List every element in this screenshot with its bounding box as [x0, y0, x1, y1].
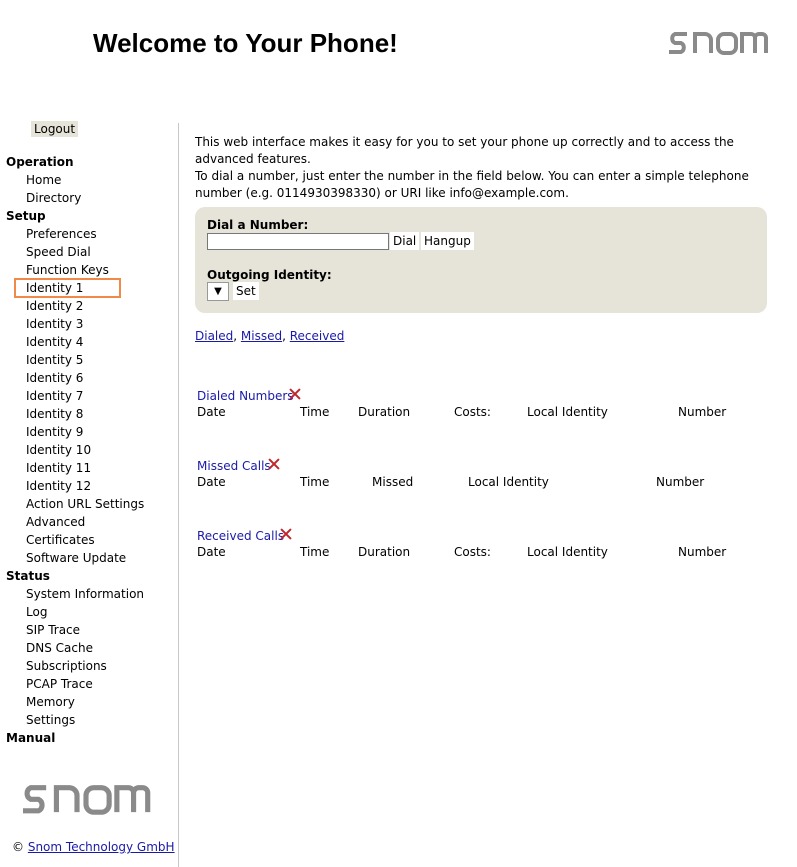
nav-section-operation: Operation	[6, 155, 74, 169]
intro-line-2: To dial a number, just enter the number …	[195, 169, 749, 200]
sidebar-item-identity-5[interactable]: Identity 5	[0, 351, 178, 369]
company-link[interactable]: Snom Technology GmbH	[28, 840, 175, 854]
sidebar-item-identity-2[interactable]: Identity 2	[0, 297, 178, 315]
missed-calls-title: Missed Calls	[197, 459, 271, 473]
received-link[interactable]: Received	[290, 329, 345, 343]
dial-button[interactable]: Dial	[390, 232, 420, 250]
sidebar-item-log[interactable]: Log	[0, 603, 178, 621]
sidebar-item-identity-8[interactable]: Identity 8	[0, 405, 178, 423]
missed-col-date: Date	[197, 475, 226, 489]
sidebar-item-identity-12[interactable]: Identity 12	[0, 477, 178, 495]
dialed-col-duration: Duration	[358, 405, 411, 419]
sidebar-divider	[178, 123, 179, 867]
dialed-col-date: Date	[197, 405, 226, 419]
sidebar-item-identity-10[interactable]: Identity 10	[0, 441, 178, 459]
chevron-down-icon: ▼	[214, 286, 222, 297]
received-col-number: Number	[678, 545, 727, 559]
sidebar-item-certificates[interactable]: Certificates	[0, 531, 178, 549]
sidebar-item-dns-cache[interactable]: DNS Cache	[0, 639, 178, 657]
sidebar-item-identity-7[interactable]: Identity 7	[0, 387, 178, 405]
dial-number-input[interactable]	[207, 233, 389, 250]
dialed-col-local-identity: Local Identity	[527, 405, 608, 419]
received-calls-title: Received Calls	[197, 529, 285, 543]
delete-dialed-icon[interactable]	[289, 388, 301, 400]
logout-button[interactable]: Logout	[31, 121, 79, 137]
sidebar-item-identity-1[interactable]: Identity 1	[0, 278, 178, 298]
hangup-button[interactable]: Hangup	[421, 232, 474, 250]
link-separator: ,	[233, 329, 241, 343]
sidebar-item-speed-dial[interactable]: Speed Dial	[0, 243, 178, 261]
missed-col-time: Time	[300, 475, 330, 489]
sidebar-item-pcap-trace[interactable]: PCAP Trace	[0, 675, 178, 693]
sidebar-item-identity-6[interactable]: Identity 6	[0, 369, 178, 387]
sidebar-item-subscriptions[interactable]: Subscriptions	[0, 657, 178, 675]
sidebar-item-software-update[interactable]: Software Update	[0, 549, 178, 567]
received-col-time: Time	[300, 545, 330, 559]
set-identity-button[interactable]: Set	[233, 282, 259, 300]
missed-col-local-identity: Local Identity	[468, 475, 549, 489]
intro-line-1: This web interface makes it easy for you…	[195, 135, 734, 166]
sidebar-item-memory[interactable]: Memory	[0, 693, 178, 711]
snom-logo-sidebar	[20, 780, 152, 816]
delete-missed-icon[interactable]	[268, 458, 280, 470]
outgoing-identity-select[interactable]: ▼	[207, 282, 229, 301]
sidebar-item-identity-9[interactable]: Identity 9	[0, 423, 178, 441]
dial-number-label: Dial a Number:	[207, 218, 309, 232]
sidebar-item-identity-4[interactable]: Identity 4	[0, 333, 178, 351]
nav-section-setup: Setup	[6, 209, 46, 223]
outgoing-identity-label: Outgoing Identity:	[207, 268, 332, 282]
dialed-col-number: Number	[678, 405, 727, 419]
received-col-local-identity: Local Identity	[527, 545, 608, 559]
sidebar-item-preferences[interactable]: Preferences	[0, 225, 178, 243]
sidebar-item-identity-11[interactable]: Identity 11	[0, 459, 178, 477]
nav-section-status: Status	[6, 569, 50, 583]
sidebar-item-system-information[interactable]: System Information	[0, 585, 178, 603]
sidebar-item-identity-3[interactable]: Identity 3	[0, 315, 178, 333]
sidebar-item-directory[interactable]: Directory	[0, 189, 178, 207]
sidebar-item-function-keys[interactable]: Function Keys	[0, 261, 178, 279]
sidebar-item-home[interactable]: Home	[0, 171, 178, 189]
sidebar-nav: Operation Home Directory Setup Preferenc…	[0, 153, 178, 747]
sidebar-item-advanced[interactable]: Advanced	[0, 513, 178, 531]
dialed-col-costs: Costs:	[454, 405, 491, 419]
nav-section-manual[interactable]: Manual	[0, 729, 178, 747]
dial-panel: Dial a Number: Dial Hangup Outgoing Iden…	[195, 207, 767, 313]
sidebar-item-sip-trace[interactable]: SIP Trace	[0, 621, 178, 639]
call-list-links: Dialed, Missed, Received	[195, 329, 344, 343]
sidebar-item-settings[interactable]: Settings	[0, 711, 178, 729]
sidebar-item-action-url-settings[interactable]: Action URL Settings	[0, 495, 178, 513]
missed-col-number: Number	[656, 475, 705, 489]
dialed-link[interactable]: Dialed	[195, 329, 233, 343]
copyright-symbol: ©	[12, 840, 24, 854]
dialed-col-time: Time	[300, 405, 330, 419]
delete-received-icon[interactable]	[280, 528, 292, 540]
page-title: Welcome to Your Phone!	[93, 28, 398, 58]
snom-logo-header	[667, 28, 769, 56]
received-col-date: Date	[197, 545, 226, 559]
intro-text: This web interface makes it easy for you…	[195, 134, 775, 202]
received-col-costs: Costs:	[454, 545, 491, 559]
dialed-numbers-title: Dialed Numbers	[197, 389, 294, 403]
link-separator: ,	[282, 329, 290, 343]
missed-col-missed: Missed	[372, 475, 414, 489]
footer: © Snom Technology GmbH	[12, 840, 175, 854]
missed-link[interactable]: Missed	[241, 329, 282, 343]
received-col-duration: Duration	[358, 545, 411, 559]
